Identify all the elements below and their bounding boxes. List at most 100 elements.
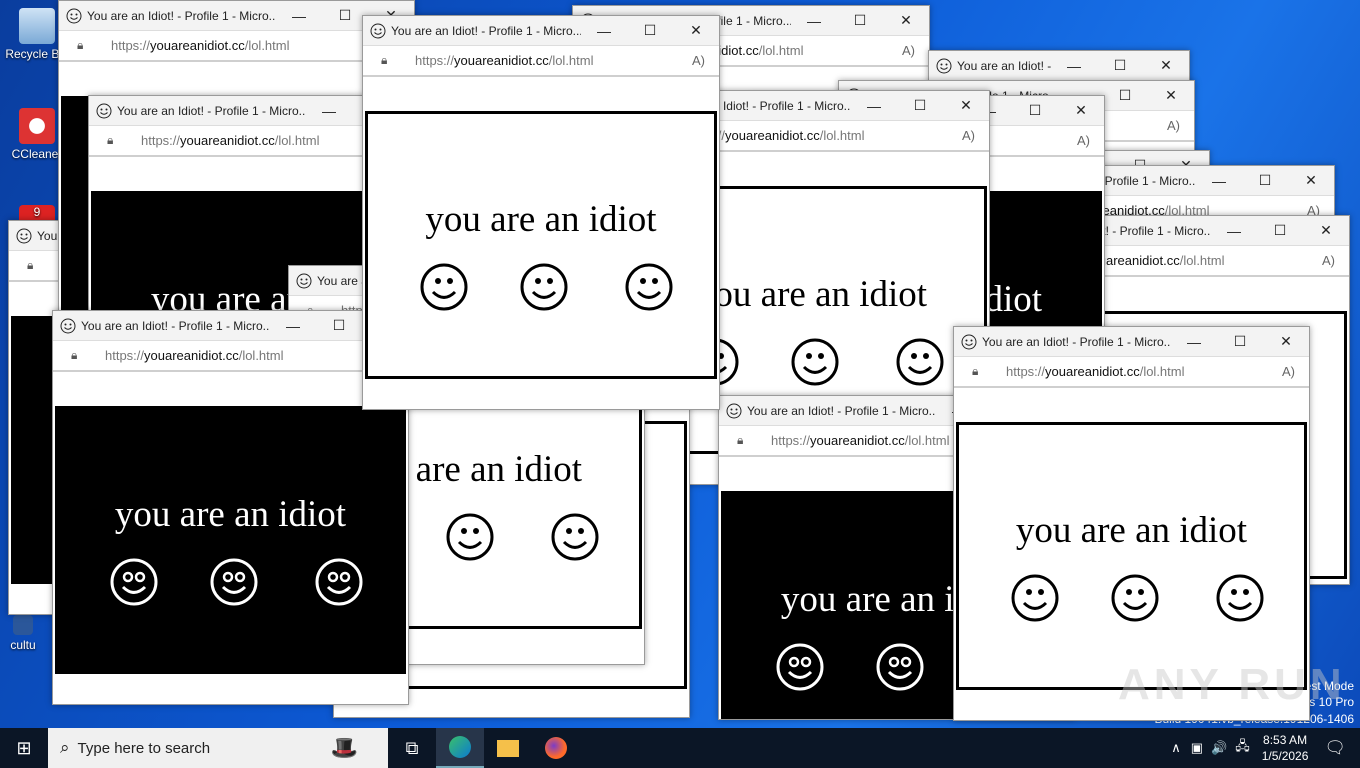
search-highlight-icon: 🎩 [330, 735, 358, 760]
smiley-icon [109, 557, 159, 607]
edge-taskbar-button[interactable] [436, 728, 484, 768]
network-icon[interactable]: 🖧 [1235, 737, 1250, 759]
maximize-button[interactable]: ☐ [1257, 222, 1303, 239]
volume-icon[interactable]: 🔊 [1211, 740, 1227, 756]
browser-popup-window[interactable]: You are an Idiot! - Profile 1 - Micro...… [362, 15, 720, 410]
smiley-icon [1215, 573, 1265, 623]
read-aloud-icon[interactable]: A) [902, 43, 915, 58]
badge: 9 [33, 205, 41, 219]
close-button[interactable]: ✕ [1288, 172, 1334, 189]
clock[interactable]: 8:53 AM 1/5/2026 [1262, 732, 1309, 764]
browser-popup-window[interactable]: You are an Idiot! - Profile 1 - Micro...… [52, 310, 409, 705]
read-aloud-icon[interactable]: A) [962, 128, 975, 143]
anyrun-logo: ANY RUN [1118, 660, 1346, 709]
task-view-button[interactable]: ⧉ [388, 728, 436, 768]
search-box[interactable]: ⌕ Type here to search 🎩 [48, 728, 388, 768]
title-bar[interactable]: You are an Idiot! - Profile 1 - Micro...… [954, 327, 1309, 357]
window-title: You are an Idiot! - Profile 1 - Micro... [391, 23, 581, 38]
minimize-button[interactable]: — [851, 98, 897, 114]
window-title: You are an Idiot! - Profile 1 - Micro... [747, 403, 936, 418]
url-path: /lol.html [244, 38, 290, 53]
maximize-button[interactable]: ☐ [897, 97, 943, 114]
url-path: /lol.html [1179, 253, 1225, 268]
url-path: /lol.html [238, 348, 284, 363]
close-button[interactable]: ✕ [1263, 333, 1309, 350]
read-aloud-icon[interactable]: A) [1282, 364, 1295, 379]
address-bar[interactable]: 🔒︎https://youareanidiot.cc/lol.htmlA) [53, 341, 408, 372]
read-aloud-icon[interactable]: A) [1167, 118, 1180, 133]
smiley-icon [209, 557, 259, 607]
minimize-button[interactable]: — [1171, 334, 1217, 350]
title-bar[interactable]: You are an Idiot! - Profile 1 - Micro...… [363, 16, 719, 46]
ccleaner-icon [19, 108, 55, 144]
maximize-button[interactable]: ☐ [837, 12, 883, 29]
start-button[interactable]: ⊞ [0, 738, 48, 759]
desktop-icon-word[interactable]: cultu [0, 615, 58, 652]
page-content: you are an idiot [55, 406, 406, 674]
window-title: You are an Idiot! - Profile 1 - Micro... [81, 318, 270, 333]
smiley-favicon-icon [296, 273, 312, 289]
search-placeholder: Type here to search [77, 739, 211, 757]
title-bar[interactable]: You are an Idiot! - Profile 1 - Micro...… [53, 311, 408, 341]
address-bar[interactable]: 🔒︎https://youareanidiot.cc/lol.htmlA) [59, 31, 414, 62]
url-host: youareanidiot.cc [725, 128, 820, 143]
window-title: You are an Idiot! - Profile 1 - Micro... [957, 58, 1051, 73]
date: 1/5/2026 [1261, 749, 1309, 763]
minimize-button[interactable]: — [1196, 173, 1242, 189]
read-aloud-icon[interactable]: A) [1077, 133, 1090, 148]
smiley-icon [445, 512, 495, 562]
maximize-button[interactable]: ☐ [1102, 87, 1148, 104]
window-title: You are an Idiot! - Profile 1 - Micro... [117, 103, 306, 118]
smiley-favicon-icon [66, 8, 82, 24]
maximize-button[interactable]: ☐ [1012, 102, 1058, 119]
close-button[interactable]: ✕ [673, 22, 719, 39]
smiley-favicon-icon [370, 23, 386, 39]
url-scheme: https:// [1006, 364, 1046, 379]
maximize-button[interactable]: ☐ [1217, 333, 1263, 350]
minimize-button[interactable]: — [306, 103, 352, 119]
page-content: you are an idiot [956, 422, 1307, 690]
firefox-button[interactable] [532, 728, 580, 768]
smiley-icon [790, 337, 840, 387]
minimize-button[interactable]: — [270, 318, 316, 334]
url-path: /lol.html [758, 43, 804, 58]
read-aloud-icon[interactable]: A) [692, 53, 705, 68]
smiley-icon [550, 512, 600, 562]
close-button[interactable]: ✕ [1058, 102, 1104, 119]
notifications-icon[interactable]: 🗨 [1324, 738, 1346, 758]
address-bar[interactable]: 🔒︎https://youareanidiot.cc/lol.htmlA) [954, 357, 1309, 388]
minimize-button[interactable]: — [1211, 223, 1257, 239]
show-hidden-icons[interactable]: ∧ [1171, 740, 1181, 756]
url-path: /lol.html [274, 133, 320, 148]
meet-now-icon[interactable]: ▣ [1191, 740, 1203, 756]
minimize-button[interactable]: — [791, 13, 837, 29]
word-icon [13, 615, 33, 635]
close-button[interactable]: ✕ [1143, 57, 1189, 74]
smiley-icon [519, 262, 569, 312]
url-host: youareanidiot.cc [454, 53, 549, 68]
minimize-button[interactable]: — [1051, 58, 1097, 74]
smiley-icon [895, 337, 945, 387]
close-button[interactable]: ✕ [883, 12, 929, 29]
idiot-message: you are an idiot [114, 494, 347, 535]
read-aloud-icon[interactable]: A) [1322, 253, 1335, 268]
smiley-favicon-icon [60, 318, 76, 334]
minimize-button[interactable]: — [581, 23, 627, 39]
close-button[interactable]: ✕ [1148, 87, 1194, 104]
maximize-button[interactable]: ☐ [1242, 172, 1288, 189]
time: 8:53 AM [1263, 733, 1308, 747]
minimize-button[interactable]: — [276, 8, 322, 24]
address-bar[interactable]: 🔒︎https://youareanidiot.cc/lol.htmlA) [363, 46, 719, 77]
maximize-button[interactable]: ☐ [1097, 57, 1143, 74]
maximize-button[interactable]: ☐ [627, 22, 673, 39]
recycle-bin-icon [19, 8, 55, 44]
url-scheme: https:// [105, 348, 145, 363]
edge-icon [449, 736, 471, 758]
title-bar[interactable]: You are an Idiot! - Profile 1 - Micro...… [59, 1, 414, 31]
close-button[interactable]: ✕ [1303, 222, 1349, 239]
maximize-button[interactable]: ☐ [316, 317, 362, 334]
close-button[interactable]: ✕ [943, 97, 989, 114]
smiley-favicon-icon [936, 58, 952, 74]
title-bar[interactable]: You are an Idiot! - Profile 1 - Micro...… [929, 51, 1189, 81]
file-explorer-button[interactable] [484, 728, 532, 768]
